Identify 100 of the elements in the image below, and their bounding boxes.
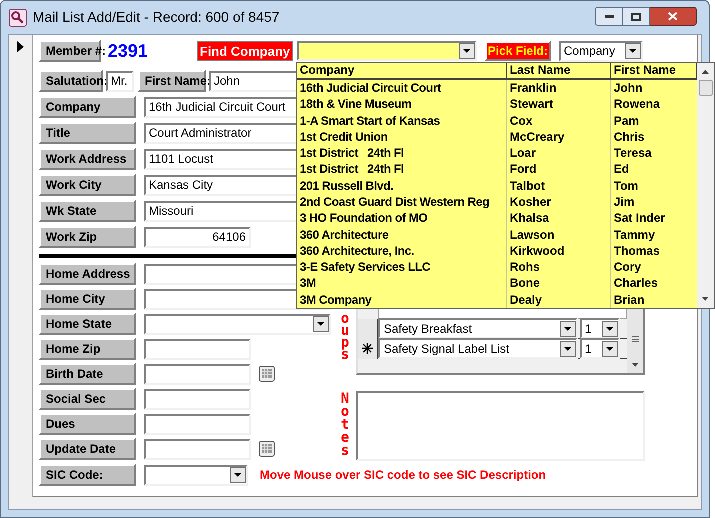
list-row[interactable]: 3M Company Dealy Brian — [297, 292, 697, 308]
dropdown-button[interactable] — [625, 43, 641, 59]
first-name-cell-text: Jim — [613, 194, 636, 210]
app-icon — [9, 8, 27, 26]
field-label: Home Address — [39, 263, 136, 285]
company-cell: 16th Judicial Circuit Court — [297, 80, 507, 96]
first-name-cell-text: Chris — [613, 128, 646, 146]
first-name-cell-text: Tom — [613, 178, 640, 194]
maximize-icon — [631, 12, 641, 20]
scroll-down-icon — [632, 363, 638, 367]
dropdown-button[interactable] — [560, 340, 576, 356]
find-company-button[interactable]: Find Company — [197, 41, 293, 61]
company-cell: 1-A Smart Start of Kansas — [297, 112, 507, 129]
group-combo[interactable]: Safety Breakfast — [378, 318, 578, 339]
date-field[interactable] — [144, 364, 251, 384]
minimize-button[interactable] — [595, 7, 623, 26]
first-name-cell-text: Cory — [613, 259, 642, 276]
first-name-cell-text: Tammy — [613, 226, 656, 243]
member-number: 2391 — [108, 40, 150, 62]
dropdown-button[interactable] — [602, 340, 618, 356]
first-name-cell-text: Pam — [613, 112, 640, 129]
count-combo[interactable]: 1 — [580, 338, 620, 359]
count-combo[interactable]: 1 — [580, 318, 620, 339]
column-header[interactable]: Last Name — [507, 63, 611, 78]
notes-field[interactable] — [356, 391, 645, 461]
field-label: Home Zip — [39, 338, 136, 360]
first-name-cell-text: Thomas — [613, 242, 662, 260]
minimize-icon — [604, 15, 614, 18]
row-selector[interactable] — [358, 318, 378, 338]
last-name-cell: Stewart — [507, 96, 611, 113]
caret-down-icon — [606, 326, 614, 330]
input-field[interactable]: 64106 — [144, 226, 251, 248]
field-label: Home State — [39, 313, 136, 335]
last-name-cell: Khalsa — [507, 210, 611, 227]
company-cell: 1st Credit Union — [297, 128, 507, 146]
last-name-cell: Lawson — [507, 226, 611, 243]
caret-down-icon — [234, 473, 242, 477]
caret-down-icon — [629, 49, 637, 53]
last-name-cell: Dealy — [507, 292, 611, 308]
last-name-cell: Cox — [507, 112, 611, 129]
input-field[interactable] — [144, 388, 251, 410]
window-title: Mail List Add/Edit - Record: 600 of 8457 — [33, 8, 280, 27]
find-company-combo[interactable] — [297, 41, 477, 61]
groups-label: oups — [341, 313, 350, 361]
first-name-cell-text: Charles — [613, 275, 660, 292]
pick-field-combo[interactable]: Company — [559, 40, 643, 62]
dropdown-button[interactable] — [313, 316, 329, 332]
first-name-cell-text: Sat Inder — [613, 210, 666, 227]
dropdown-button[interactable] — [230, 467, 246, 483]
field-label: Dues — [39, 413, 136, 435]
maximize-button[interactable] — [623, 7, 650, 26]
list-row[interactable]: 360 Architecture Lawson Tammy — [297, 226, 697, 243]
close-icon — [668, 12, 678, 21]
dropdown-button[interactable] — [602, 320, 618, 336]
calendar-icon[interactable] — [259, 441, 275, 457]
caret-down-icon — [317, 322, 325, 326]
group-combo[interactable]: Safety Signal Label List — [378, 338, 578, 359]
field-label: Birth Date — [39, 363, 136, 385]
company-cell: 1st District 24th Fl — [297, 161, 507, 178]
pick-field-label: Pick Field: — [485, 41, 551, 61]
last-name-cell: Kirkwood — [507, 242, 611, 260]
field-label: Wk State — [39, 200, 136, 222]
caret-down-icon — [463, 49, 471, 53]
input-field[interactable] — [144, 414, 251, 434]
first-name-cell-text: Teresa — [613, 145, 653, 162]
list-scrollbar[interactable] — [697, 63, 714, 308]
close-button[interactable] — [650, 7, 697, 26]
row-selector[interactable] — [358, 338, 378, 358]
last-name-cell: Talbot — [507, 178, 611, 194]
field-label: Work Zip — [39, 226, 136, 248]
list-row[interactable]: 3M Bone Charles — [297, 275, 697, 292]
company-cell: 360 Architecture — [297, 226, 507, 243]
list-row[interactable]: 3-E Safety Services LLC Rohs Cory — [297, 259, 697, 276]
input-field[interactable]: Mr. — [106, 70, 134, 92]
field-label: Social Sec — [39, 388, 136, 410]
last-name-cell: Loar — [507, 145, 611, 162]
first-name-cell-text: John — [613, 80, 644, 96]
company-cell: 1st District 24th Fl — [297, 145, 507, 162]
company-cell: 201 Russell Blvd. — [297, 178, 507, 194]
field-label: Home City — [39, 288, 136, 310]
sic-combo[interactable] — [144, 464, 248, 486]
company-cell: 2nd Coast Guard Dist Western Reg — [297, 194, 507, 210]
notes-label: Notes — [341, 393, 350, 458]
column-header[interactable]: Company — [297, 63, 507, 78]
scroll-thumb[interactable] — [698, 80, 712, 96]
field-label: Update Date — [39, 438, 136, 460]
company-cell: 3M — [297, 275, 507, 292]
field-label: Work Address — [39, 148, 136, 170]
input-field[interactable] — [144, 338, 251, 360]
dropdown-button[interactable] — [560, 320, 576, 336]
company-cell: 3-E Safety Services LLC — [297, 259, 507, 276]
caret-down-icon — [564, 326, 572, 330]
list-row[interactable]: 360 Architecture, Inc. Kirkwood Thomas — [297, 242, 697, 260]
dropdown-button[interactable] — [459, 43, 475, 59]
grip-icon — [632, 336, 638, 343]
field-label: Title — [39, 122, 136, 144]
date-field[interactable] — [144, 438, 251, 460]
current-record-icon — [17, 41, 24, 53]
calendar-icon[interactable] — [259, 366, 275, 382]
combo-box[interactable] — [144, 314, 331, 334]
